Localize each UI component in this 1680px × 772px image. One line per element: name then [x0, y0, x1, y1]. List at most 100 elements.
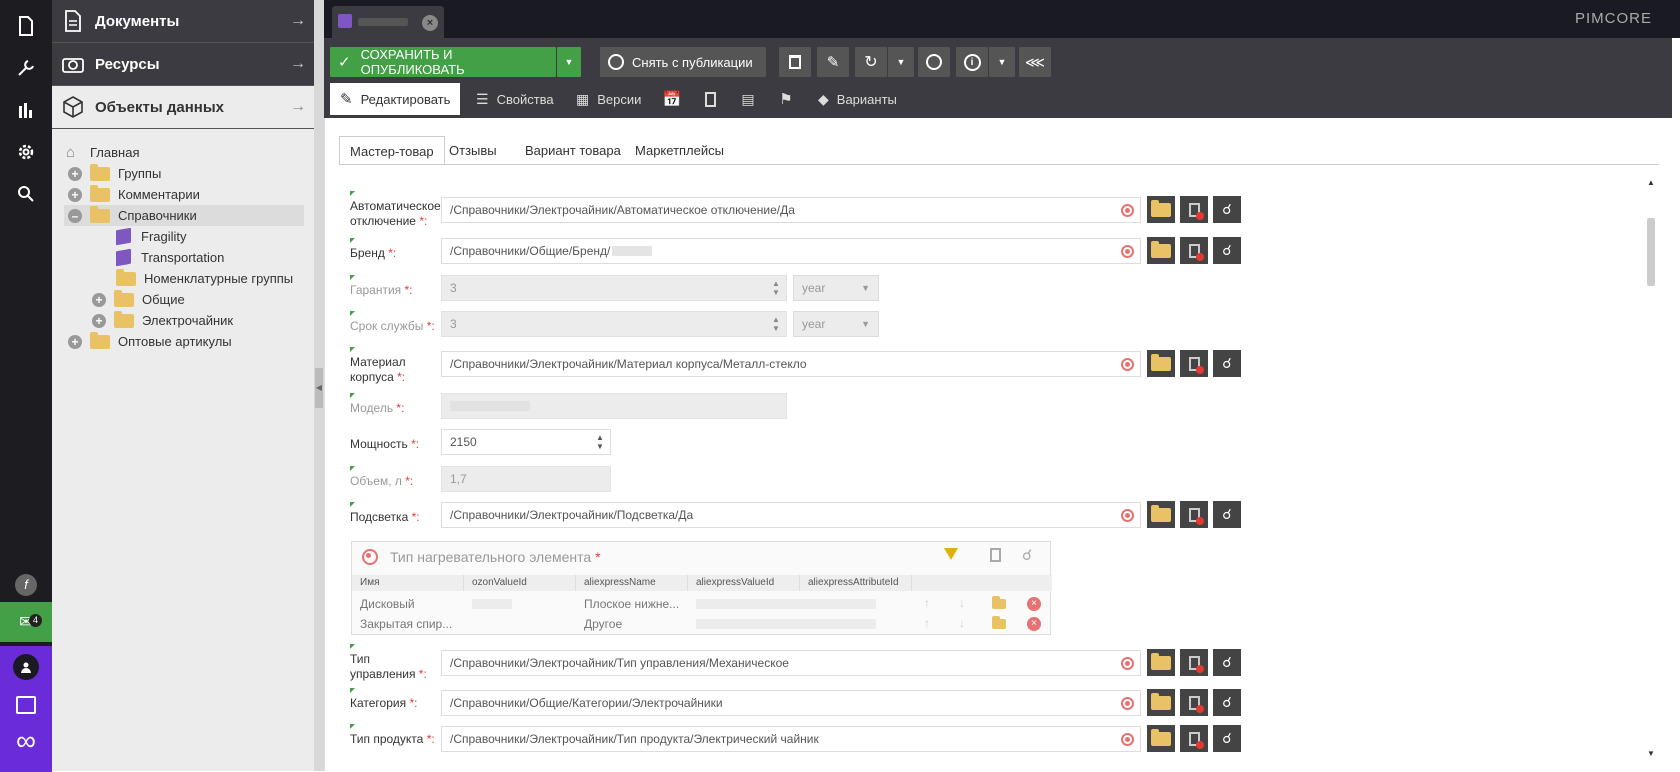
- tree-node-fragility[interactable]: Fragility: [116, 226, 187, 247]
- rename-button[interactable]: ✎: [817, 47, 849, 77]
- expand-icon[interactable]: +: [68, 334, 82, 349]
- open-folder-button[interactable]: [1147, 501, 1175, 528]
- collapse-arrow-icon[interactable]: ◀: [315, 368, 323, 408]
- search-button[interactable]: ☌: [1213, 649, 1241, 676]
- info-button[interactable]: i: [956, 47, 988, 77]
- share-button[interactable]: ⋘: [1019, 47, 1051, 77]
- locate-icon[interactable]: [362, 549, 378, 565]
- accordion-data-objects[interactable]: Объекты данных →: [52, 86, 314, 129]
- collapse-icon[interactable]: –: [68, 208, 82, 223]
- tab-edit[interactable]: ✎ Редактировать: [330, 83, 461, 115]
- subtab-marketplaces[interactable]: Маркетплейсы: [625, 136, 734, 164]
- search-button[interactable]: ☌: [1213, 237, 1241, 264]
- tree-node-electro[interactable]: + Электрочайник: [92, 310, 233, 331]
- document-icon[interactable]: [0, 6, 52, 46]
- table-row[interactable]: Дисковый Плоское нижне... ↑ ↓ ×: [352, 594, 1050, 614]
- open-folder-button[interactable]: [1147, 350, 1175, 377]
- open-folder-button[interactable]: [1147, 689, 1175, 716]
- table-row[interactable]: Закрытая спир... Другое ↑ ↓ ×: [352, 614, 1050, 634]
- scroll-up-icon[interactable]: ▲: [1647, 178, 1655, 187]
- save-dropdown-button[interactable]: ▼: [557, 47, 581, 77]
- notifications-button[interactable]: ✉ 4: [0, 602, 52, 642]
- tree-node-refs[interactable]: – Справочники: [64, 205, 304, 226]
- locate-icon[interactable]: [1121, 204, 1134, 217]
- logout-icon[interactable]: [16, 696, 36, 714]
- search-button[interactable]: ☌: [1213, 501, 1241, 528]
- expand-icon[interactable]: +: [68, 187, 82, 202]
- remove-icon[interactable]: ×: [1027, 617, 1041, 631]
- chart-icon[interactable]: [0, 90, 52, 130]
- subtab-master[interactable]: Мастер-товар: [339, 136, 445, 165]
- clear-button[interactable]: [1180, 501, 1208, 528]
- auto-off-field[interactable]: /Справочники/Электрочайник/Автоматическо…: [441, 197, 1141, 223]
- clear-button[interactable]: [1180, 196, 1208, 223]
- arrow-up-icon[interactable]: ↑: [924, 616, 930, 630]
- tree-node-comments[interactable]: + Комментарии: [68, 184, 200, 205]
- arrow-down-icon[interactable]: ↓: [959, 596, 965, 610]
- close-tab-icon[interactable]: ×: [422, 15, 438, 31]
- unpublish-button[interactable]: Снять с публикации: [600, 47, 766, 77]
- tab-schedule[interactable]: 📅: [654, 83, 690, 115]
- locate-icon[interactable]: [1121, 657, 1134, 670]
- reload-button[interactable]: ↻: [855, 47, 887, 77]
- gear-icon[interactable]: [0, 132, 52, 172]
- backlight-field[interactable]: /Справочники/Электрочайник/Подсветка/Да: [441, 502, 1141, 528]
- clear-button[interactable]: [1180, 649, 1208, 676]
- locate-icon[interactable]: [1121, 358, 1134, 371]
- power-field[interactable]: 2150 ▲ ▼: [441, 429, 611, 455]
- open-folder-button[interactable]: [1147, 725, 1175, 752]
- grid-header[interactable]: aliexpressValueId: [688, 575, 800, 591]
- wrench-icon[interactable]: [0, 48, 52, 88]
- tree-node-home[interactable]: ⌂ Главная: [66, 142, 139, 163]
- spinner-icon[interactable]: ▲ ▼: [590, 430, 610, 454]
- folder-open-icon[interactable]: [992, 616, 1006, 629]
- expand-icon[interactable]: +: [92, 313, 106, 328]
- clear-button[interactable]: [1180, 725, 1208, 752]
- subtab-reviews[interactable]: Отзывы: [439, 136, 507, 164]
- control-field[interactable]: /Справочники/Электрочайник/Тип управлени…: [441, 650, 1141, 676]
- open-folder-button[interactable]: [1147, 649, 1175, 676]
- tab-properties[interactable]: ☰ Свойства: [466, 83, 564, 115]
- clear-button[interactable]: [1180, 689, 1208, 716]
- product-type-field[interactable]: /Справочники/Электрочайник/Тип продукта/…: [441, 726, 1141, 752]
- tree-node-nomen[interactable]: Номенклатурные группы: [116, 268, 293, 289]
- vertical-scrollbar[interactable]: ▲ ▼: [1646, 178, 1656, 758]
- search-button[interactable]: ☌: [1213, 350, 1241, 377]
- locate-icon[interactable]: [1121, 733, 1134, 746]
- delete-button[interactable]: [779, 47, 811, 77]
- tree-node-common[interactable]: + Общие: [92, 289, 185, 310]
- tab-versions[interactable]: ▦ Версии: [566, 83, 651, 115]
- tree-node-wholesale[interactable]: + Оптовые артикулы: [68, 331, 232, 352]
- search-button[interactable]: ☌: [1213, 689, 1241, 716]
- accordion-documents[interactable]: Документы →: [52, 0, 314, 43]
- material-field[interactable]: /Справочники/Электрочайник/Материал корп…: [441, 351, 1141, 377]
- info-dropdown-button[interactable]: ▼: [989, 47, 1015, 77]
- open-object-tab[interactable]: ×: [332, 6, 444, 38]
- search-button[interactable]: ☌: [1213, 725, 1241, 752]
- subtab-variant[interactable]: Вариант товара: [515, 136, 631, 164]
- reload-dropdown-button[interactable]: ▼: [888, 47, 914, 77]
- tree-node-transportation[interactable]: Transportation: [116, 247, 224, 268]
- clear-button[interactable]: [1180, 350, 1208, 377]
- locate-icon[interactable]: [1121, 697, 1134, 710]
- locate-icon[interactable]: [1121, 245, 1134, 258]
- expand-icon[interactable]: +: [68, 166, 82, 181]
- clear-button[interactable]: [1180, 237, 1208, 264]
- locate-in-tree-button[interactable]: [918, 47, 950, 77]
- open-folder-button[interactable]: [1147, 237, 1175, 264]
- folder-open-icon[interactable]: [992, 596, 1006, 609]
- expand-icon[interactable]: +: [92, 292, 106, 307]
- trash-x-icon[interactable]: [990, 548, 1001, 562]
- accordion-assets[interactable]: Ресурсы →: [52, 43, 314, 86]
- grid-header[interactable]: aliexpressAttributeId: [800, 575, 912, 591]
- locate-icon[interactable]: [1121, 509, 1134, 522]
- filter-icon[interactable]: [944, 548, 958, 560]
- arrow-up-icon[interactable]: ↑: [924, 596, 930, 610]
- search-button[interactable]: ☌: [1213, 196, 1241, 223]
- remove-icon[interactable]: ×: [1027, 597, 1041, 611]
- grid-header[interactable]: aliexpressName: [576, 575, 688, 591]
- tab-tasks[interactable]: ▤: [730, 83, 766, 115]
- symfony-icon[interactable]: f: [0, 565, 52, 605]
- tab-variants[interactable]: ◆ Варианты: [808, 83, 907, 115]
- scrollbar-thumb[interactable]: [1647, 218, 1655, 286]
